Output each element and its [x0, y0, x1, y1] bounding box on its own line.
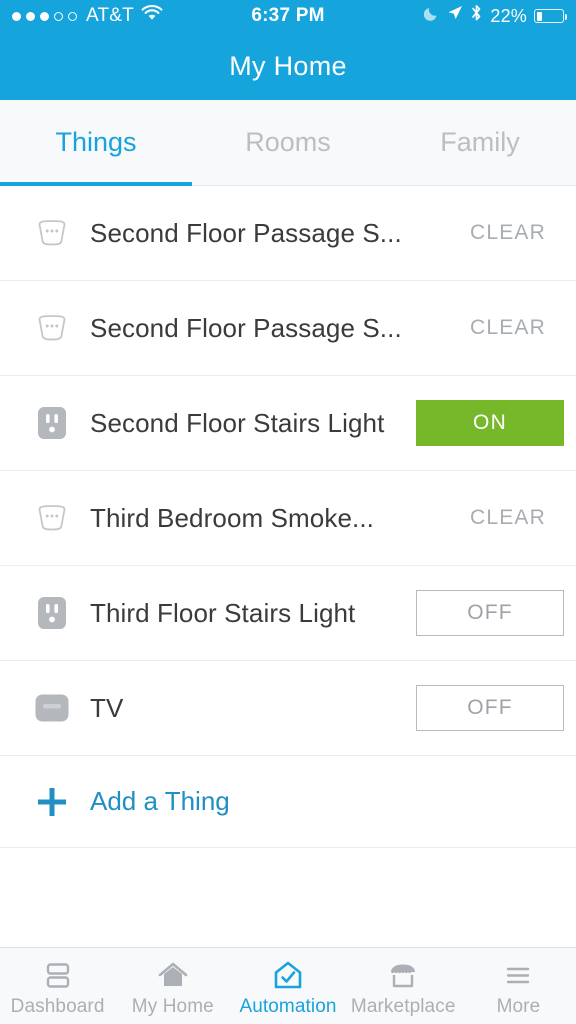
nav-item-dashboard[interactable]: Dashboard: [0, 948, 115, 1024]
signal-dot-filled: [40, 11, 49, 21]
outlet-icon: [24, 596, 80, 630]
clock: 6:37 PM: [251, 5, 325, 26]
nav-item-dashboard-label: Dashboard: [10, 996, 105, 1017]
status-badge: CLEAR: [469, 316, 546, 339]
table-row[interactable]: TV OFF: [0, 661, 576, 756]
thing-name: Second Floor Stairs Light: [90, 407, 385, 438]
smoke-detector-icon: [24, 219, 80, 247]
tab-rooms-label: Rooms: [245, 127, 331, 157]
list-empty-space: [0, 848, 576, 947]
outlet-icon: [24, 406, 80, 440]
signal-dot-filled: [26, 11, 35, 21]
nav-item-marketplace[interactable]: Marketplace: [346, 948, 461, 1024]
status-badge: CLEAR: [469, 506, 546, 529]
wifi-icon: [141, 4, 163, 28]
table-row[interactable]: Third Floor Stairs Light OFF: [0, 566, 576, 661]
nav-item-marketplace-label: Marketplace: [350, 996, 456, 1017]
smoke-detector-icon: [24, 314, 80, 342]
nav-item-my-home-label: My Home: [131, 996, 214, 1017]
tab-things[interactable]: Things: [0, 100, 192, 186]
nav-item-automation[interactable]: Automation: [230, 948, 345, 1024]
thing-control[interactable]: ON: [416, 400, 564, 446]
table-row[interactable]: Second Floor Passage S... CLEAR: [0, 186, 576, 281]
toggle-button-label: OFF: [467, 601, 513, 624]
moon-icon: [424, 5, 440, 27]
automation-icon: [272, 957, 304, 991]
thing-name: TV: [90, 692, 124, 723]
thing-name: Third Bedroom Smoke...: [90, 502, 374, 533]
location-arrow-icon: [447, 5, 463, 27]
tv-icon: [24, 693, 80, 723]
marketplace-icon: [386, 957, 420, 991]
table-row[interactable]: Second Floor Passage S... CLEAR: [0, 281, 576, 376]
app-header: My Home: [0, 32, 576, 100]
thing-control: CLEAR: [470, 221, 564, 245]
thing-name: Second Floor Passage S...: [90, 217, 402, 248]
status-badge: CLEAR: [469, 221, 546, 244]
signal-strength-dots: [12, 11, 77, 21]
status-bar-right: 22%: [325, 4, 567, 28]
tab-rooms[interactable]: Rooms: [192, 100, 384, 185]
page-title: My Home: [229, 50, 347, 81]
bottom-navigation: Dashboard My Home Automation Marketplace…: [0, 947, 576, 1024]
nav-item-my-home[interactable]: My Home: [115, 948, 230, 1024]
thing-name: Second Floor Passage S...: [90, 312, 402, 343]
toggle-button-label: ON: [473, 411, 507, 434]
add-thing-label: Add a Thing: [90, 786, 230, 816]
battery-percent-label: 22%: [490, 5, 527, 26]
nav-item-more-label: More: [496, 996, 541, 1017]
toggle-button-label: OFF: [467, 696, 513, 719]
bluetooth-icon: [470, 4, 483, 28]
table-row[interactable]: Third Bedroom Smoke... CLEAR: [0, 471, 576, 566]
thing-control: CLEAR: [470, 316, 564, 340]
toggle-off-button[interactable]: OFF: [416, 590, 564, 636]
plus-icon: [24, 785, 80, 819]
thing-control: CLEAR: [470, 506, 564, 530]
signal-dot-filled: [12, 11, 21, 21]
status-bar-left: AT&T: [12, 4, 251, 28]
signal-dot-empty: [54, 11, 63, 21]
status-bar: AT&T 6:37 PM 22%: [0, 0, 576, 32]
tab-family-label: Family: [440, 127, 520, 157]
tab-things-label: Things: [55, 127, 137, 157]
table-row[interactable]: Second Floor Stairs Light ON: [0, 376, 576, 471]
segment-tabs: Things Rooms Family: [0, 100, 576, 186]
home-icon: [156, 957, 190, 991]
thing-control[interactable]: OFF: [416, 590, 564, 636]
more-icon: [502, 957, 534, 991]
app-screen: AT&T 6:37 PM 22% My Home Things Rooms Fa…: [0, 0, 576, 1024]
tab-family[interactable]: Family: [384, 100, 576, 185]
nav-item-automation-label: Automation: [239, 996, 337, 1017]
things-list: Second Floor Passage S... CLEAR Second Flo…: [0, 186, 576, 947]
carrier-label: AT&T: [86, 5, 134, 26]
smoke-detector-icon: [24, 504, 80, 532]
thing-control[interactable]: OFF: [416, 685, 564, 731]
toggle-off-button[interactable]: OFF: [416, 685, 564, 731]
add-thing-row[interactable]: Add a Thing: [0, 756, 576, 848]
battery-icon: [534, 9, 567, 23]
signal-dot-empty: [68, 11, 77, 21]
toggle-on-button[interactable]: ON: [416, 400, 564, 446]
thing-name: Third Floor Stairs Light: [90, 597, 356, 628]
dashboard-icon: [42, 957, 74, 991]
nav-item-more[interactable]: More: [461, 948, 576, 1024]
